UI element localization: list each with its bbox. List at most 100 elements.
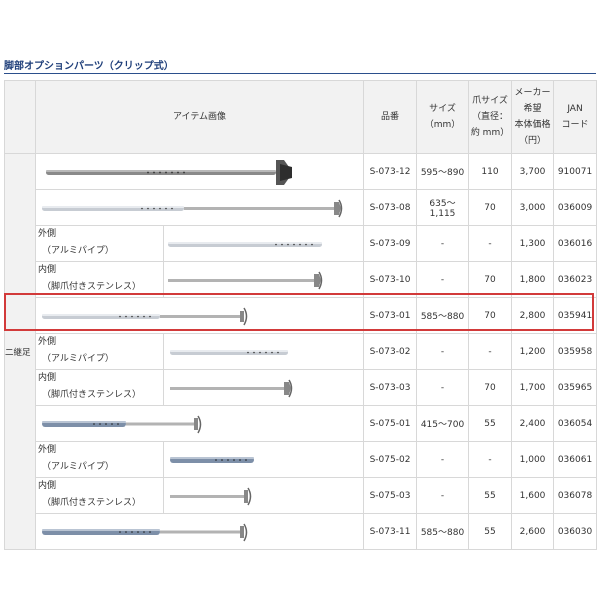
item-image <box>162 441 365 478</box>
price-value: 1,600 <box>511 477 555 514</box>
item-subtype: 外側 （アルミパイプ） <box>35 225 164 262</box>
claw-size-value: 70 <box>468 369 513 406</box>
header-jan-line2: コード <box>561 120 589 130</box>
size-value: 585〜880 <box>416 513 470 550</box>
price-value: 1,200 <box>511 333 555 370</box>
item-subtype: 内側 （脚爪付きステンレス） <box>35 477 164 514</box>
jan-code: 035941 <box>553 297 598 334</box>
claw-size-value: 70 <box>468 189 513 226</box>
header-size-line1: サイズ <box>429 104 456 114</box>
rod-image <box>42 307 248 325</box>
item-image <box>162 477 365 514</box>
price-value: 3,000 <box>511 189 555 226</box>
price-value: 2,800 <box>511 297 555 334</box>
jan-code: 036061 <box>553 441 598 478</box>
table-row: 外側 （アルミパイプ） S-075-02 - - 1,000 036061 <box>5 441 598 478</box>
table-row: S-073-11 585〜880 55 2,600 036030 <box>5 513 598 550</box>
price-value: 3,700 <box>511 153 555 190</box>
price-value: 1,000 <box>511 441 555 478</box>
claw-size-value: 55 <box>468 477 513 514</box>
table-header-row: アイテム画像 品番 サイズ （mm） 爪サイズ （直径： 約 mm） メーカー … <box>4 80 598 154</box>
header-claw-size: 爪サイズ （直径： 約 mm） <box>468 80 513 154</box>
item-image <box>34 513 365 550</box>
item-subtype-line2: （アルミパイプ） <box>42 354 114 364</box>
jan-code: 910071 <box>553 153 598 190</box>
header-claw-line3: 約 mm） <box>470 128 510 138</box>
table-row: 外側 （アルミパイプ） S-073-02 - - 1,200 035958 <box>5 333 598 370</box>
item-subtype-line1: 外側 <box>38 445 57 455</box>
item-subtype-line1: 外側 <box>38 337 57 347</box>
jan-code: 035958 <box>553 333 598 370</box>
size-value: 585〜880 <box>416 297 470 334</box>
title-divider <box>4 73 596 74</box>
rod-image <box>170 456 254 463</box>
header-price-line4: （円） <box>519 136 547 146</box>
header-price: メーカー 希望 本体価格 （円） <box>511 80 555 154</box>
item-subtype: 内側 （脚爪付きステンレス） <box>35 261 164 298</box>
header-price-line1: メーカー <box>514 88 551 98</box>
table-row: S-075-01 415〜700 55 2,400 036054 <box>5 405 598 442</box>
table-row: 内側 （脚爪付きステンレス） S-075-03 - 55 1,600 03607… <box>5 477 598 514</box>
part-number: S-075-02 <box>363 441 418 478</box>
size-value: 595〜890 <box>416 153 470 190</box>
claw-size-value: - <box>468 333 513 370</box>
claw-size-value: 55 <box>468 405 513 442</box>
page-title: 脚部オプションパーツ（クリップ式） <box>4 61 174 72</box>
rod-image <box>168 241 322 247</box>
jan-code: 035965 <box>553 369 598 406</box>
rod-image <box>168 271 323 289</box>
claw-size-value: 110 <box>468 153 513 190</box>
size-value: - <box>416 225 470 262</box>
price-value: 1,700 <box>511 369 555 406</box>
part-number: S-073-11 <box>363 513 418 550</box>
size-value: 415〜700 <box>416 405 470 442</box>
item-subtype-line1: 内側 <box>38 265 57 275</box>
item-subtype: 内側 （脚爪付きステンレス） <box>35 369 164 406</box>
group-label: 二継足 <box>4 153 36 550</box>
part-number: S-073-12 <box>363 153 418 190</box>
parts-table: アイテム画像 品番 サイズ （mm） 爪サイズ （直径： 約 mm） メーカー … <box>4 80 598 550</box>
item-image <box>34 297 365 334</box>
claw-size-value: 55 <box>468 513 513 550</box>
jan-code: 036023 <box>553 261 598 298</box>
item-subtype: 外側 （アルミパイプ） <box>35 441 164 478</box>
size-value: - <box>416 333 470 370</box>
header-part-no: 品番 <box>363 80 418 154</box>
header-blank <box>4 80 36 154</box>
table-row: 外側 （アルミパイプ） S-073-09 - - 1,300 036016 <box>5 225 598 262</box>
rod-image <box>46 159 292 185</box>
item-subtype-line2: （脚爪付きステンレス） <box>42 390 142 400</box>
item-subtype-line1: 内側 <box>38 373 57 383</box>
jan-code: 036030 <box>553 513 598 550</box>
item-image <box>162 261 365 298</box>
header-price-line2: 希望 <box>523 104 542 114</box>
price-value: 2,600 <box>511 513 555 550</box>
jan-code: 036054 <box>553 405 598 442</box>
price-value: 2,400 <box>511 405 555 442</box>
size-value: - <box>416 477 470 514</box>
header-jan: JAN コード <box>553 80 598 154</box>
claw-size-value: - <box>468 441 513 478</box>
table-row: S-073-08 635〜1,115 70 3,000 036009 <box>5 189 598 226</box>
table-row: 内側 （脚爪付きステンレス） S-073-03 - 70 1,700 03596… <box>5 369 598 406</box>
item-image <box>34 189 365 226</box>
size-value: - <box>416 261 470 298</box>
part-number: S-073-03 <box>363 369 418 406</box>
part-number: S-073-09 <box>363 225 418 262</box>
item-subtype-line2: （脚爪付きステンレス） <box>42 282 142 292</box>
price-value: 1,800 <box>511 261 555 298</box>
header-claw-line1: 爪サイズ <box>472 96 508 106</box>
rod-image <box>170 487 252 505</box>
header-size: サイズ （mm） <box>416 80 470 154</box>
part-number: S-073-02 <box>363 333 418 370</box>
rod-image <box>170 379 293 397</box>
part-number: S-075-03 <box>363 477 418 514</box>
rod-image <box>42 415 202 433</box>
header-image: アイテム画像 <box>34 80 365 154</box>
item-subtype-line1: 外側 <box>38 229 57 239</box>
part-number: S-073-01 <box>363 297 418 334</box>
jan-code: 036078 <box>553 477 598 514</box>
item-image <box>162 369 365 406</box>
item-subtype-line2: （アルミパイプ） <box>42 462 114 472</box>
item-image <box>162 333 365 370</box>
